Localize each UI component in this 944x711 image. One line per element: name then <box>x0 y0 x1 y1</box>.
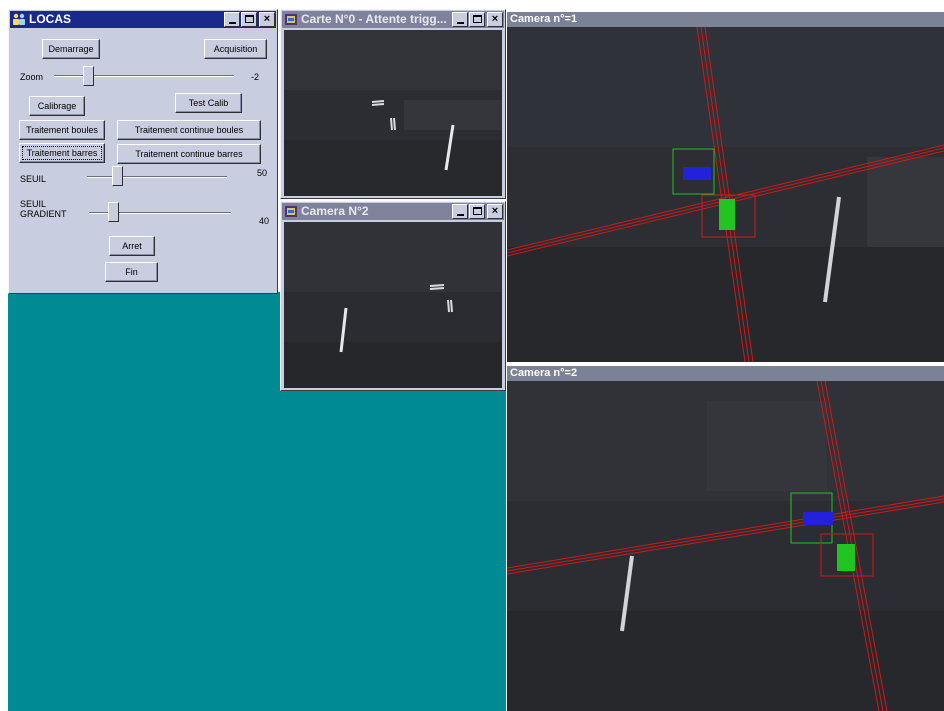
seuil-label: SEUIL <box>20 174 47 184</box>
traitement-continue-boules-button[interactable]: Traitement continue boules <box>117 120 261 140</box>
acquisition-button[interactable]: Acquisition <box>204 39 267 59</box>
locas-title: LOCAS <box>29 12 71 26</box>
film-icon <box>285 206 297 217</box>
close-button[interactable]: × <box>259 12 275 27</box>
minimize-button[interactable] <box>224 12 240 27</box>
camera2-view-window: Camera n°=2 <box>507 366 944 711</box>
camera2-maximize-button[interactable] <box>469 204 485 219</box>
blue-bar <box>683 167 711 180</box>
zoom-slider-thumb[interactable] <box>83 66 94 86</box>
carte-titlebar[interactable]: Carte N°0 - Attente trigg... × <box>282 11 504 28</box>
traitement-continue-barres-button[interactable]: Traitement continue barres <box>117 144 261 164</box>
carte-camera-view <box>284 30 502 196</box>
carte-title: Carte N°0 - Attente trigg... <box>301 12 447 26</box>
maximize-button[interactable] <box>241 12 257 27</box>
traitement-boules-button[interactable]: Traitement boules <box>19 120 105 140</box>
seuil-slider-thumb[interactable] <box>112 166 123 186</box>
carte-window: Carte N°0 - Attente trigg... × <box>280 9 506 199</box>
carte-minimize-button[interactable] <box>452 12 468 27</box>
camera2-small-view <box>284 222 502 388</box>
carte-maximize-button[interactable] <box>469 12 485 27</box>
fin-button[interactable]: Fin <box>105 262 158 282</box>
seuil-gradient-label-line2: GRADIENT <box>20 209 67 219</box>
carte-close-button[interactable]: × <box>487 12 503 27</box>
minimize-icon <box>228 22 236 24</box>
close-icon: × <box>263 13 271 25</box>
seuil-gradient-label-line1: SEUIL <box>20 199 47 209</box>
test-calib-button[interactable]: Test Calib <box>175 93 242 113</box>
locas-panel-window: LOCAS × Demarrage Acquisition Zoom -2 Ca… <box>8 9 278 294</box>
seuil-slider-track[interactable] <box>87 176 227 178</box>
film-icon <box>285 14 297 25</box>
camera2-small-window: Camera N°2 × <box>280 201 506 391</box>
zoom-slider-track[interactable] <box>54 75 234 77</box>
camera2-small-titlebar[interactable]: Camera N°2 × <box>282 203 504 220</box>
camera1-view-title: Camera n°=1 <box>507 12 944 27</box>
minimize-icon <box>456 214 464 216</box>
locas-titlebar[interactable]: LOCAS × <box>10 11 276 28</box>
arret-button[interactable]: Arret <box>109 236 155 256</box>
traitement-barres-button[interactable]: Traitement barres <box>19 143 105 163</box>
seuil-gradient-slider-thumb[interactable] <box>108 202 119 222</box>
minimize-icon <box>456 22 464 24</box>
seuil-gradient-value: 40 <box>258 216 269 226</box>
people-icon <box>13 13 25 25</box>
maximize-icon <box>472 207 482 215</box>
camera2-close-button[interactable]: × <box>487 204 503 219</box>
camera2-view-title: Camera n°=2 <box>507 366 944 381</box>
camera2-small-title: Camera N°2 <box>301 204 369 218</box>
zoom-value: -2 <box>250 72 259 82</box>
demarrage-button[interactable]: Demarrage <box>42 39 100 59</box>
seuil-value: 50 <box>256 168 267 178</box>
maximize-icon <box>244 15 254 23</box>
calibrage-button[interactable]: Calibrage <box>29 96 85 116</box>
zoom-label: Zoom <box>20 72 44 82</box>
close-icon: × <box>491 13 499 25</box>
camera1-view-window: Camera n°=1 <box>507 12 944 362</box>
maximize-icon <box>472 15 482 23</box>
camera2-minimize-button[interactable] <box>452 204 468 219</box>
close-icon: × <box>491 205 499 217</box>
green-bar <box>719 199 735 230</box>
